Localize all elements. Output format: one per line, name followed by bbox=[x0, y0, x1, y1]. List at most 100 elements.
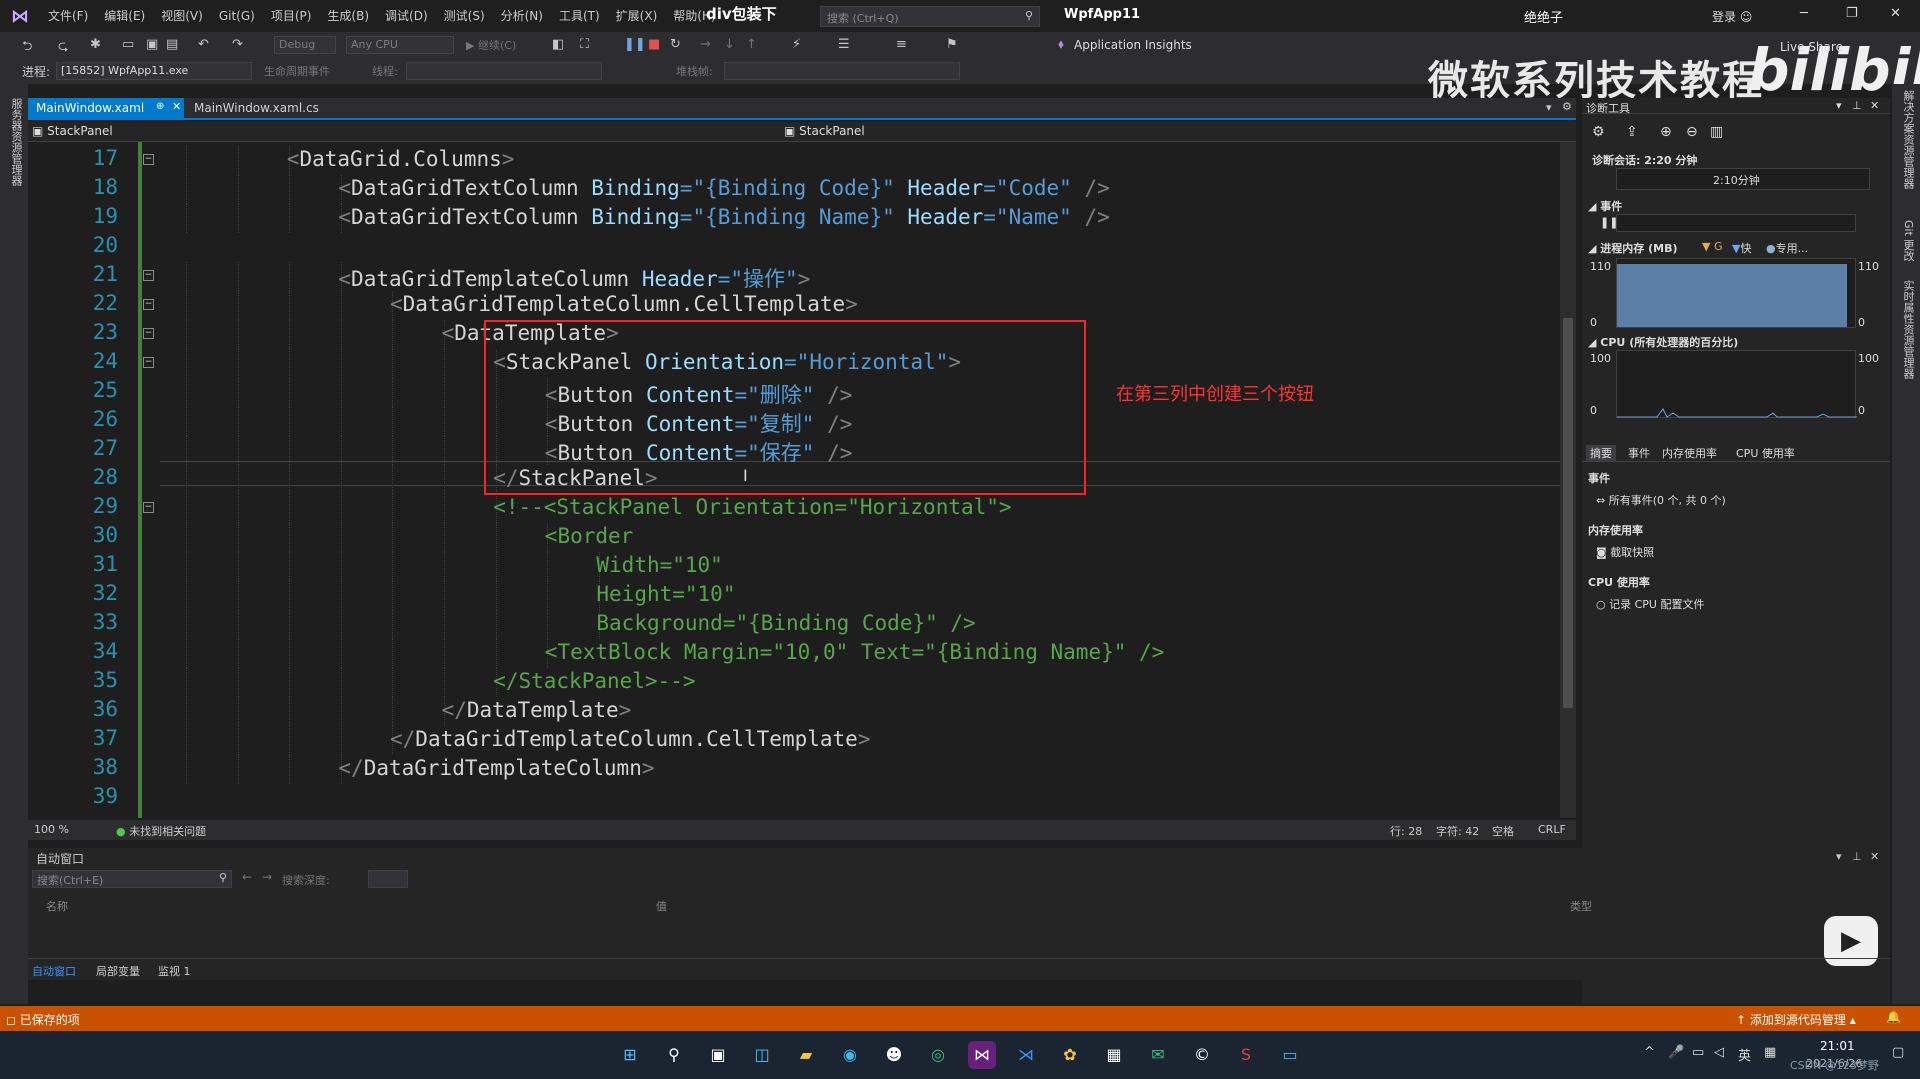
stop-icon[interactable]: ■ bbox=[648, 37, 660, 52]
events-graph-header[interactable]: ◢ 事件 bbox=[1588, 198, 1622, 214]
align-icon[interactable]: ☰ bbox=[838, 37, 850, 52]
pause-icon[interactable]: ❚❚ bbox=[624, 37, 646, 52]
code-line[interactable]: <DataGrid.Columns> bbox=[287, 147, 515, 171]
code-line[interactable]: <DataGridTemplateColumn Header="操作"> bbox=[338, 263, 810, 293]
comment-icon[interactable]: ≡ bbox=[896, 37, 907, 52]
close-icon[interactable]: ✕ bbox=[1870, 850, 1879, 863]
start-menu-icon[interactable]: ⊞ bbox=[616, 1041, 644, 1069]
memory-chart[interactable] bbox=[1616, 258, 1856, 328]
close-icon[interactable]: ✕ bbox=[1870, 99, 1879, 112]
clock-time[interactable]: 21:01 bbox=[1820, 1039, 1855, 1053]
step-into-icon[interactable]: ↓ bbox=[724, 37, 735, 52]
thread-select[interactable] bbox=[406, 62, 602, 80]
fold-toggle-icon[interactable]: − bbox=[143, 328, 154, 339]
platform-select[interactable]: Any CPU bbox=[346, 36, 454, 54]
back-icon[interactable]: ← bbox=[242, 870, 252, 884]
tray-expand-icon[interactable]: ^ bbox=[1644, 1045, 1655, 1060]
tab-watch-1[interactable]: 监视 1 bbox=[158, 963, 191, 979]
pin-icon[interactable]: ⊕ bbox=[156, 101, 164, 112]
store-icon[interactable]: ▦ bbox=[1100, 1041, 1128, 1069]
network-icon[interactable]: ▭ bbox=[1692, 1045, 1704, 1060]
microphone-icon[interactable]: 🎤 bbox=[1668, 1045, 1684, 1060]
scrollbar-thumb[interactable] bbox=[1563, 318, 1573, 708]
issues-indicator[interactable]: ● 未找到相关问题 bbox=[116, 823, 206, 839]
app-icon[interactable]: ◎ bbox=[924, 1041, 952, 1069]
tab-events[interactable]: 事件 bbox=[1628, 445, 1650, 461]
back-icon[interactable]: ⮌ bbox=[22, 37, 32, 59]
tab-dropdown-icon[interactable]: ▾ bbox=[1546, 101, 1552, 114]
ime-indicator[interactable]: 英 bbox=[1738, 1045, 1751, 1064]
reset-view-icon[interactable]: ▥ bbox=[1710, 124, 1723, 140]
export-icon[interactable]: ⇪ bbox=[1626, 124, 1638, 140]
stack-frame-select[interactable] bbox=[724, 62, 960, 80]
settings-icon[interactable]: ⚙ bbox=[1562, 100, 1572, 113]
zoom-select[interactable]: 100 % bbox=[34, 823, 69, 836]
close-icon[interactable]: ✕ bbox=[1890, 6, 1901, 21]
diagnostics-icon[interactable]: ⚡ bbox=[792, 37, 801, 52]
code-line[interactable]: <DataGridTemplateColumn.CellTemplate> bbox=[390, 292, 858, 316]
vscode-icon[interactable]: ⋊ bbox=[1012, 1041, 1040, 1069]
live-property-explorer-tab[interactable]: 实时属性资源管理器 bbox=[1900, 280, 1916, 379]
server-explorer-tab[interactable]: 服务器资源管理器 bbox=[8, 98, 24, 186]
notification-bell-icon[interactable]: 🔔 bbox=[1886, 1010, 1901, 1024]
pin-icon[interactable]: ⊥ bbox=[1852, 99, 1862, 112]
menu-view[interactable]: 视图(V) bbox=[153, 0, 211, 32]
dropdown-icon[interactable]: ▾ bbox=[1836, 99, 1842, 112]
fold-toggle-icon[interactable]: − bbox=[143, 357, 154, 368]
tab-memory-usage[interactable]: 内存使用率 bbox=[1662, 445, 1717, 461]
edge-browser-icon[interactable]: ◉ bbox=[836, 1041, 864, 1069]
live-share-button[interactable]: Live Share bbox=[1780, 40, 1843, 54]
code-line[interactable]: <!--<StackPanel Orientation="Horizontal"… bbox=[493, 495, 1011, 519]
all-events-link[interactable]: ⇔ 所有事件(0 个, 共 0 个) bbox=[1596, 492, 1726, 508]
configuration-select[interactable]: Debug bbox=[274, 36, 336, 54]
fold-toggle-icon[interactable]: − bbox=[143, 154, 154, 165]
save-icon[interactable]: ▣ bbox=[146, 37, 158, 52]
cpu-graph-header[interactable]: ◢ CPU (所有处理器的百分比) bbox=[1588, 334, 1738, 350]
zoom-in-icon[interactable]: ⊕ bbox=[1660, 124, 1672, 140]
tab-autos[interactable]: 自动窗口 bbox=[32, 963, 76, 979]
editor-scrollbar[interactable] bbox=[1560, 142, 1576, 818]
zoom-out-icon[interactable]: ⊖ bbox=[1686, 124, 1698, 140]
visual-studio-logo-icon[interactable]: ⋈ bbox=[0, 0, 40, 32]
save-all-icon[interactable]: ▤ bbox=[166, 37, 178, 52]
menu-test[interactable]: 测试(S) bbox=[436, 0, 493, 32]
forward-icon[interactable]: → bbox=[262, 870, 272, 884]
menu-build[interactable]: 生成(B) bbox=[319, 0, 377, 32]
nav-right-select[interactable]: ▣ StackPanel bbox=[784, 124, 865, 138]
step-over-icon[interactable]: → bbox=[700, 37, 711, 52]
fold-toggle-icon[interactable]: − bbox=[143, 299, 154, 310]
code-line[interactable]: </DataGridTemplateColumn> bbox=[338, 756, 654, 780]
code-line[interactable]: <DataGridTextColumn Binding="{Binding Na… bbox=[338, 205, 1109, 229]
close-tab-icon[interactable]: ✕ bbox=[172, 100, 181, 113]
pin-icon[interactable]: ⊥ bbox=[1852, 850, 1862, 863]
search-depth-select[interactable] bbox=[368, 870, 408, 888]
keyboard-icon[interactable]: ▦ bbox=[1764, 1045, 1776, 1060]
solution-explorer-tab[interactable]: 解决方案资源管理器 bbox=[1900, 90, 1916, 189]
code-editor[interactable]: 17 − <DataGrid.Columns> 18 <DataGridTextColu… bbox=[28, 142, 1564, 818]
code-line[interactable]: Width="10" bbox=[596, 553, 722, 577]
tab-mainwindow-xaml-cs[interactable]: MainWindow.xaml.cs bbox=[186, 98, 327, 118]
volume-icon[interactable]: ◁ bbox=[1714, 1045, 1724, 1060]
sign-in-link[interactable]: 登录 ☺ bbox=[1712, 8, 1752, 25]
column-type[interactable]: 类型 bbox=[1570, 898, 1592, 914]
add-to-source-control-button[interactable]: ↑ 添加到源代码管理 ▴ bbox=[1736, 1011, 1856, 1028]
code-line[interactable]: </StackPanel>--> bbox=[493, 669, 695, 693]
redo-icon[interactable]: ↷ bbox=[232, 37, 243, 52]
take-snapshot-button[interactable]: ◙ 截取快照 bbox=[1596, 544, 1654, 560]
open-folder-icon[interactable]: ▭ bbox=[122, 37, 134, 52]
app-icon-5[interactable]: ▭ bbox=[1276, 1041, 1304, 1069]
browse-icon[interactable]: ◧ bbox=[552, 37, 564, 52]
app-insights-button[interactable]: Application Insights bbox=[1074, 38, 1192, 52]
fold-toggle-icon[interactable]: − bbox=[143, 270, 154, 281]
undo-icon[interactable]: ↶ bbox=[198, 37, 209, 52]
new-project-icon[interactable]: ✱ bbox=[90, 37, 101, 52]
tab-summary[interactable]: 摘要 bbox=[1586, 445, 1616, 461]
tab-locals[interactable]: 局部变量 bbox=[96, 963, 140, 979]
code-line[interactable]: </DataTemplate> bbox=[442, 698, 632, 722]
search-icon[interactable]: ⚲ bbox=[660, 1041, 688, 1069]
continue-button[interactable]: ▶ 继续(C) bbox=[466, 37, 516, 53]
menu-tools[interactable]: 工具(T) bbox=[551, 0, 608, 32]
autos-search-input[interactable]: 搜索(Ctrl+E) ⚲ bbox=[32, 870, 232, 888]
menu-project[interactable]: 项目(P) bbox=[263, 0, 320, 32]
minimize-icon[interactable]: ─ bbox=[1800, 6, 1808, 21]
